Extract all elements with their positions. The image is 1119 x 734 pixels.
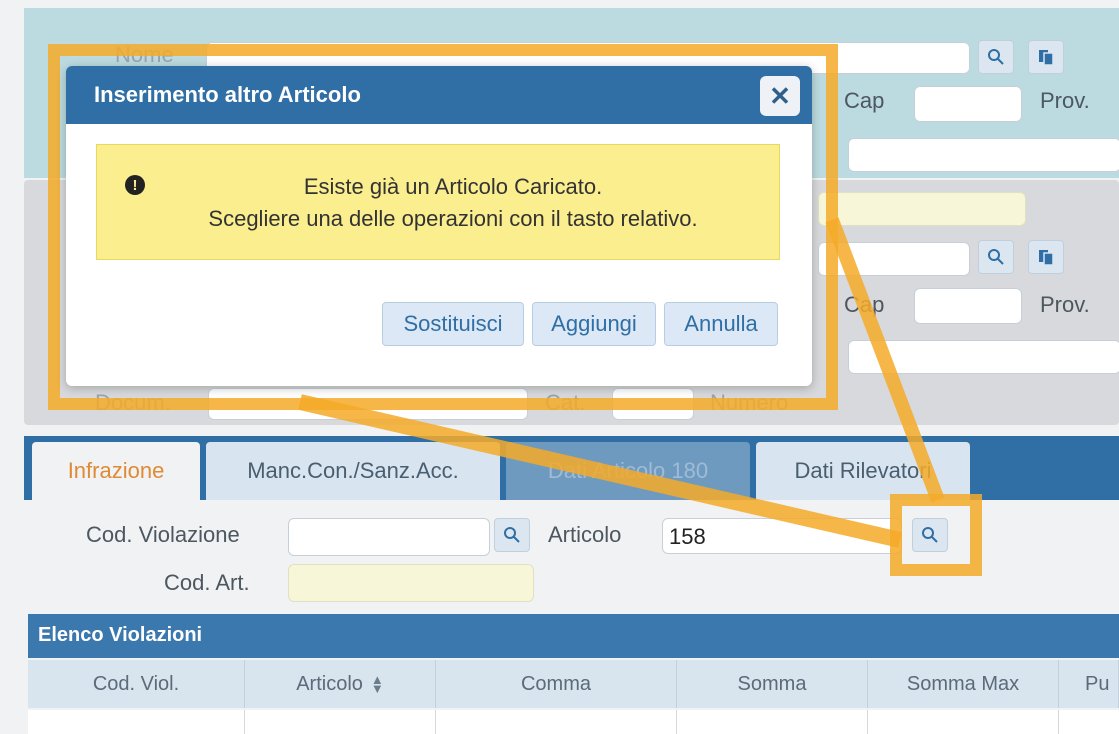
warning-line-2: Scegliere una delle operazioni con il ta… [208, 206, 698, 231]
dialog-title: Inserimento altro Articolo [94, 82, 361, 107]
warning-message-box: ! Esiste già un Articolo Caricato. Scegl… [96, 144, 780, 260]
insert-article-dialog: Inserimento altro Articolo ✕ ! Esiste gi… [66, 66, 812, 386]
aggiungi-button[interactable]: Aggiungi [532, 302, 656, 346]
close-icon: ✕ [769, 80, 791, 111]
exclamation-icon: ! [125, 175, 145, 195]
sostituisci-button[interactable]: Sostituisci [382, 302, 524, 346]
dialog-header: Inserimento altro Articolo ✕ [66, 66, 812, 124]
highlight-connector-right [825, 217, 945, 503]
highlight-connector-left [298, 394, 902, 548]
annulla-button[interactable]: Annulla [664, 302, 778, 346]
dialog-close-button[interactable]: ✕ [760, 76, 800, 116]
warning-text: Esiste già un Articolo Caricato. Sceglie… [153, 171, 753, 235]
warning-line-1: Esiste già un Articolo Caricato. [303, 174, 603, 199]
